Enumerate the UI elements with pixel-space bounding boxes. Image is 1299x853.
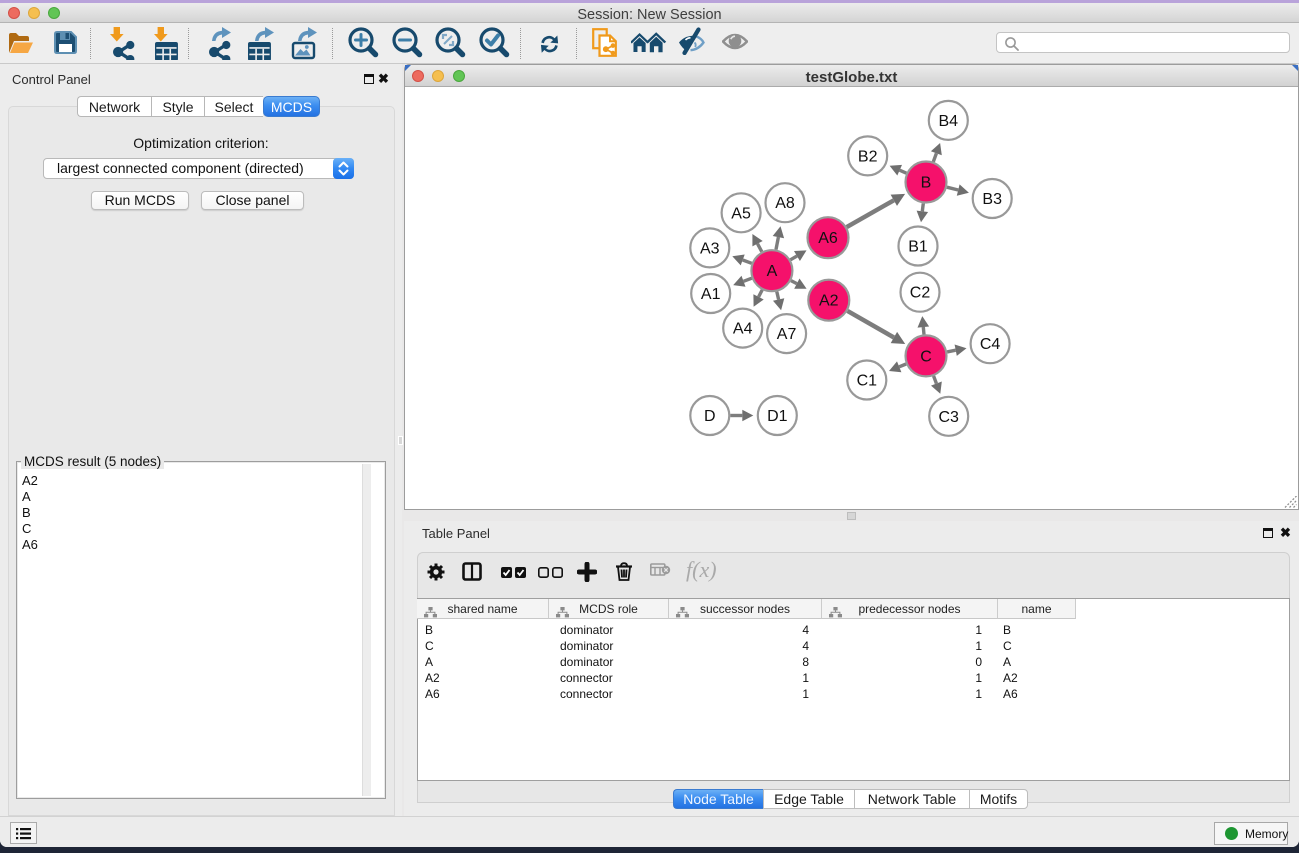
- svg-text:A7: A7: [777, 326, 797, 343]
- svg-text:C: C: [920, 348, 932, 365]
- svg-text:A3: A3: [700, 240, 720, 257]
- svg-text:A5: A5: [731, 205, 751, 222]
- svg-text:B: B: [921, 175, 932, 192]
- svg-text:A4: A4: [733, 321, 753, 338]
- svg-text:A: A: [767, 263, 778, 280]
- svg-text:D1: D1: [767, 408, 788, 425]
- svg-text:A1: A1: [701, 286, 721, 303]
- svg-text:C3: C3: [938, 409, 959, 426]
- svg-text:B1: B1: [908, 239, 928, 256]
- svg-text:A8: A8: [775, 195, 795, 212]
- svg-text:D: D: [704, 408, 716, 425]
- svg-text:B3: B3: [982, 191, 1002, 208]
- svg-text:B4: B4: [939, 113, 959, 130]
- svg-text:C2: C2: [910, 285, 931, 302]
- svg-text:A6: A6: [818, 230, 838, 247]
- svg-text:A2: A2: [819, 293, 839, 310]
- svg-text:B2: B2: [858, 148, 878, 165]
- svg-text:C4: C4: [980, 336, 1001, 353]
- svg-text:C1: C1: [857, 373, 878, 390]
